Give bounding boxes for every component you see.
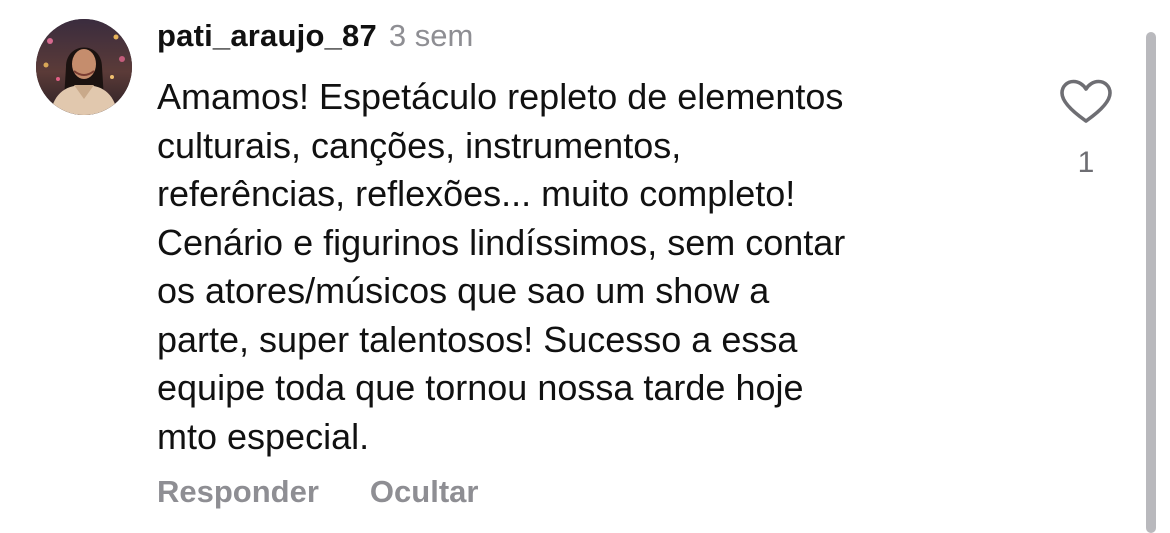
comment-header: pati_araujo_87 3 sem — [157, 18, 473, 62]
comment: pati_araujo_87 3 sem Amamos! Espetáculo … — [0, 0, 1170, 533]
reply-button[interactable]: Responder — [157, 474, 319, 510]
scrollbar[interactable] — [1146, 32, 1156, 533]
comment-text-line: parte, super talentosos! Sucesso a essa — [157, 318, 798, 360]
comment-text-line: culturais, canções, instrumentos, — [157, 124, 682, 166]
comment-text-line: Amamos! Espetáculo repleto de elementos — [157, 76, 844, 117]
username[interactable]: pati_araujo_87 — [157, 18, 377, 54]
comment-text-line: equipe toda que tornou nossa tarde hoje — [157, 367, 804, 408]
comment-text-line: os atores/músicos que sao um show a — [157, 270, 770, 311]
like-button[interactable] — [1058, 78, 1114, 126]
timestamp: 3 sem — [388, 18, 474, 53]
comment-text-line: referências, reflexões... muito completo… — [157, 173, 796, 214]
comment-actions: Responder Ocultar — [157, 474, 478, 510]
profile-photo-avatar — [36, 19, 132, 115]
like-count: 1 — [1077, 146, 1095, 179]
comment-text-line: mto especial. — [157, 415, 370, 457]
avatar[interactable] — [36, 19, 132, 115]
heart-outline-icon — [1060, 79, 1112, 123]
hide-button[interactable]: Ocultar — [370, 474, 479, 510]
comment-text: Amamos! Espetáculo repleto de elementos … — [157, 73, 1017, 461]
comment-text-line: Cenário e figurinos lindíssimos, sem con… — [157, 221, 846, 263]
